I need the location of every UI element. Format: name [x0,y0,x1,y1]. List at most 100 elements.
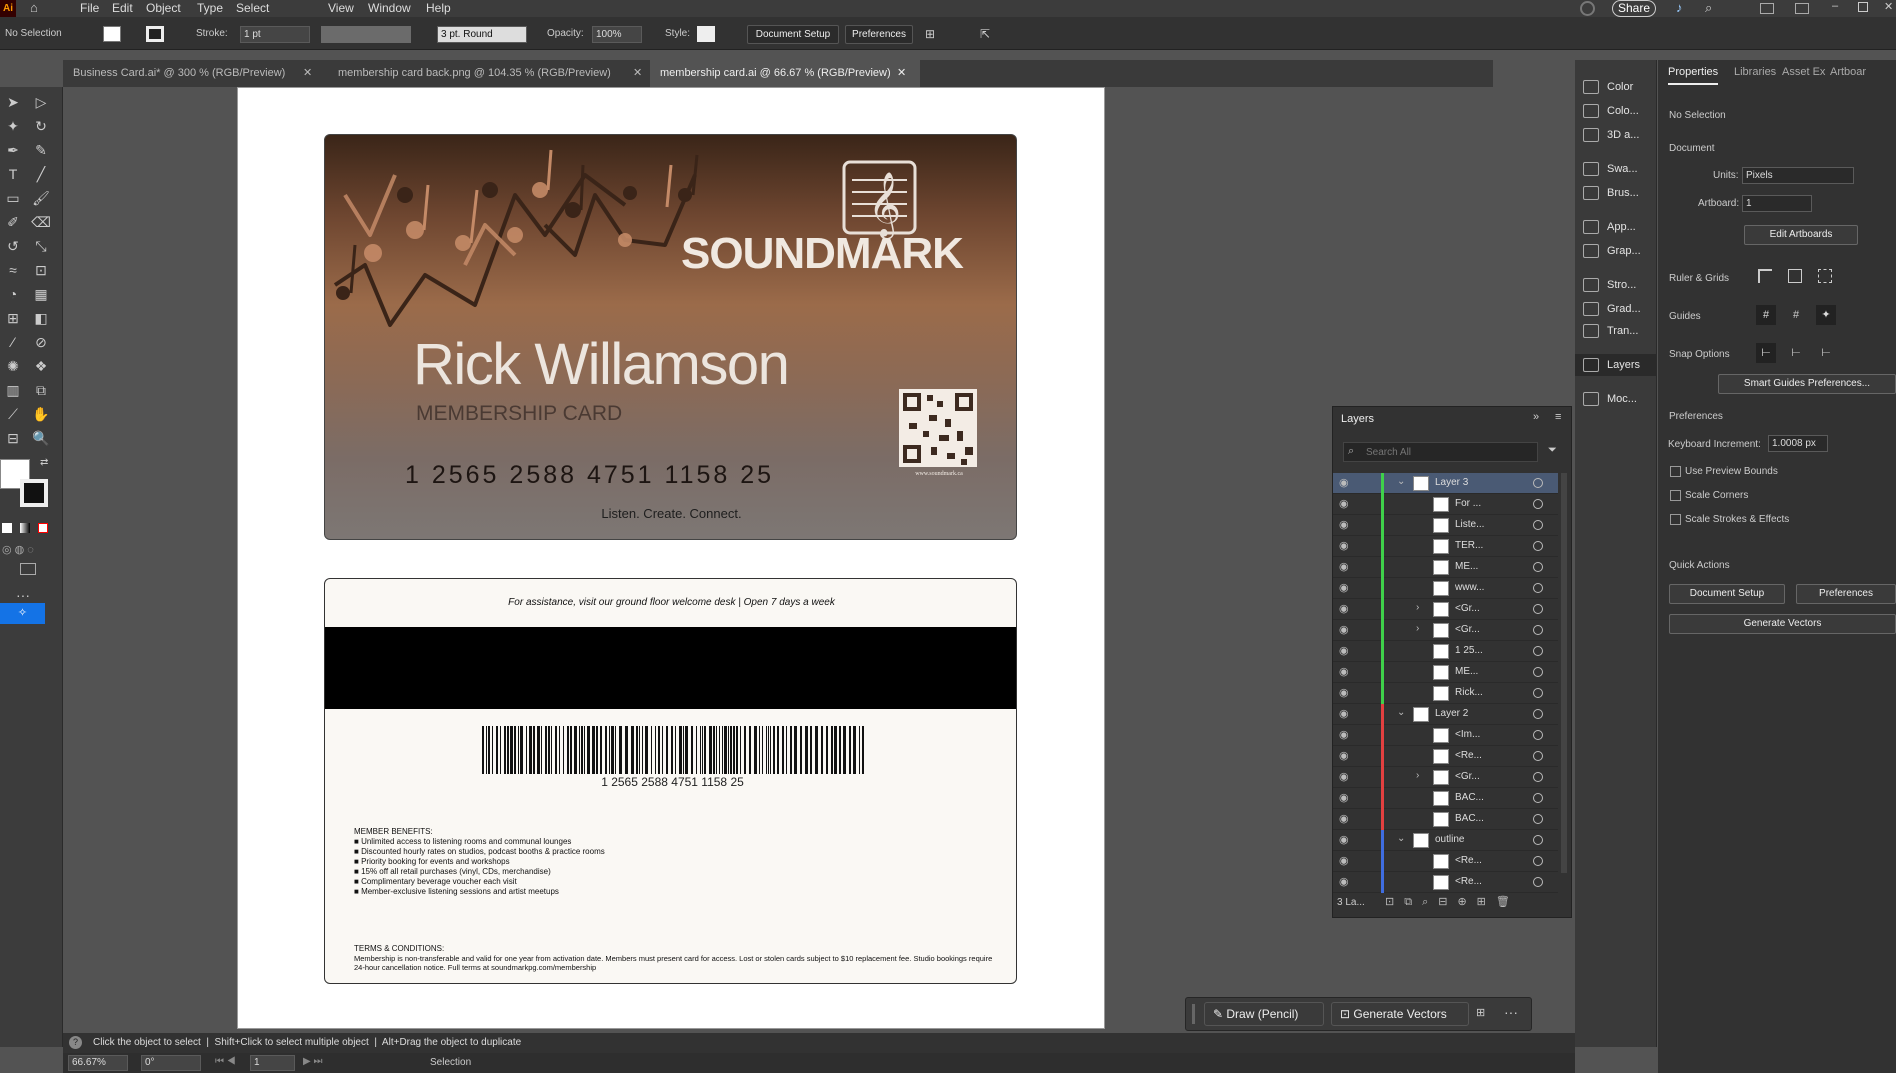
perspective-icon[interactable]: ▦ [30,283,52,305]
rectangle-tool-icon[interactable]: ▭ [2,187,24,209]
target-circle-icon[interactable] [1533,604,1543,614]
target-circle-icon[interactable] [1533,688,1543,698]
layer-row[interactable]: ◉ <Im... [1333,725,1558,746]
stroke-weight-field[interactable]: 1 pt [240,26,310,43]
show-guides-icon[interactable]: # [1756,305,1776,325]
visibility-eye-icon[interactable]: ◉ [1339,498,1351,510]
tab-asset-export[interactable]: Asset Ex [1782,60,1825,85]
visibility-eye-icon[interactable]: ◉ [1339,624,1351,636]
visibility-eye-icon[interactable]: ◉ [1339,813,1351,825]
panel-menu-icon[interactable]: ≡ [1555,411,1561,423]
layer-row[interactable]: ◉ › <Gr... [1333,599,1558,620]
dock-item-mockup[interactable]: Moc... [1583,388,1637,410]
layer-row[interactable]: ◉ www... [1333,578,1558,599]
gradient-tool-icon[interactable]: ◧ [30,307,52,329]
visibility-eye-icon[interactable]: ◉ [1339,855,1351,867]
more-options-icon[interactable]: ··· [1504,1004,1518,1020]
layer-row[interactable]: ◉ ME... [1333,557,1558,578]
close-icon[interactable]: ✕ [303,60,312,86]
chevron-down-icon[interactable]: ⌄ [1397,476,1405,487]
layer-row[interactable]: ◉ ME... [1333,662,1558,683]
target-circle-icon[interactable] [1533,877,1543,887]
share-button[interactable]: Share [1612,0,1656,17]
none-mode-icon[interactable] [38,523,48,533]
menu-file[interactable]: File [80,0,99,17]
target-circle-icon[interactable] [1533,751,1543,761]
visibility-eye-icon[interactable]: ◉ [1339,540,1351,552]
opacity-field[interactable]: 100% [592,26,642,43]
layer-scrollbar[interactable] [1561,473,1567,873]
lasso-icon[interactable]: ↻ [30,115,52,137]
menu-help[interactable]: Help [426,0,451,17]
fill-swatch[interactable] [103,26,121,42]
target-circle-icon[interactable] [1533,709,1543,719]
lock-guides-icon[interactable]: # [1786,305,1806,325]
ruler-icon[interactable] [1758,269,1772,283]
use-preview-bounds-checkbox[interactable]: Use Preview Bounds [1670,466,1778,477]
visibility-eye-icon[interactable]: ◉ [1339,750,1351,762]
layer-row[interactable]: ◉ BAC... [1333,788,1558,809]
chevron-right-icon[interactable]: › [1416,770,1419,781]
eraser-icon[interactable]: ⌫ [30,211,52,233]
task-bar-handle[interactable] [1192,1004,1195,1024]
preferences-button[interactable]: Preferences [845,25,913,44]
rotate-tool-icon[interactable]: ↺ [2,235,24,257]
visibility-eye-icon[interactable]: ◉ [1339,708,1351,720]
magic-wand-icon[interactable]: ✦ [2,115,24,137]
dock-item-color[interactable]: Color [1583,76,1633,98]
units-select[interactable]: Pixels [1742,167,1854,184]
draw-pencil-button[interactable]: ✎ Draw (Pencil) [1204,1002,1324,1026]
document-setup-quick-button[interactable]: Document Setup [1669,584,1785,604]
layer-row[interactable]: ◉ BAC... [1333,809,1558,830]
target-circle-icon[interactable] [1533,814,1543,824]
close-icon[interactable]: ✕ [1884,0,1893,13]
symbol-sprayer-icon[interactable]: ✺ [2,355,24,377]
target-circle-icon[interactable] [1533,625,1543,635]
snap-to-grid-icon[interactable]: ⊢ [1786,343,1806,363]
maximize-icon[interactable] [1858,2,1868,12]
layer-row[interactable]: ◉ Liste... [1333,515,1558,536]
layers-search-input[interactable] [1366,445,1531,459]
dock-item-graphic-styles[interactable]: Grap... [1583,240,1641,262]
visibility-eye-icon[interactable]: ◉ [1339,729,1351,741]
transparency-grid-icon[interactable] [1818,269,1832,283]
artboard-select[interactable]: 1 [1742,195,1812,212]
keyboard-increment-field[interactable]: 1.0008 px [1768,435,1828,452]
layer-row[interactable]: ◉ TER... [1333,536,1558,557]
chevron-down-icon[interactable]: ⌄ [1397,833,1405,844]
dock-item-gradient[interactable]: Grad... [1583,298,1641,320]
style-swatch[interactable] [697,26,715,42]
dock-item-3d[interactable]: 3D a... [1583,124,1639,146]
tab-artboards[interactable]: Artboar [1830,60,1866,85]
target-circle-icon[interactable] [1533,562,1543,572]
pen-tool-icon[interactable]: ✒ [2,139,24,161]
arrange-icon[interactable] [1795,3,1809,14]
paintbrush-icon[interactable]: 🖌 [30,187,52,209]
free-transform-icon[interactable]: ⊡ [30,259,52,281]
target-circle-icon[interactable] [1533,835,1543,845]
visibility-eye-icon[interactable]: ◉ [1339,519,1351,531]
scale-strokes-checkbox[interactable]: Scale Strokes & Effects [1670,514,1789,525]
menu-edit[interactable]: Edit [112,0,133,17]
workspace-icon[interactable] [1760,3,1774,14]
layers-search-field[interactable]: ⌕ [1343,442,1538,462]
smart-guides-preferences-button[interactable]: Smart Guides Preferences... [1718,374,1896,394]
mesh-tool-icon[interactable]: ⊞ [2,307,24,329]
search-icon[interactable]: ⌕ [1705,0,1712,16]
layer-row[interactable]: ◉ › <Gr... [1333,767,1558,788]
edit-artboards-button[interactable]: Edit Artboards [1744,225,1858,245]
close-icon[interactable]: ✕ [633,60,642,86]
tab-business-card[interactable]: Business Card.ai* @ 300 % (RGB/Preview) ✕ [63,60,323,87]
grid-icon[interactable] [1788,269,1802,283]
ruler-tool-icon[interactable]: ⊟ [2,427,24,449]
scale-corners-checkbox[interactable]: Scale Corners [1670,490,1748,501]
artboard-nav-prev[interactable]: ⏮ ◀ [215,1056,236,1067]
visibility-eye-icon[interactable]: ◉ [1339,645,1351,657]
help-icon[interactable]: ? [69,1036,82,1049]
artboard-number-field[interactable]: 1 [250,1055,295,1071]
menu-select[interactable]: Select [236,0,269,17]
preferences-quick-button[interactable]: Preferences [1796,584,1896,604]
direct-selection-tool-icon[interactable]: ▷ [30,91,52,113]
more-tools-icon[interactable]: ··· [16,587,30,603]
swap-colors-icon[interactable]: ⇄ [40,457,48,468]
